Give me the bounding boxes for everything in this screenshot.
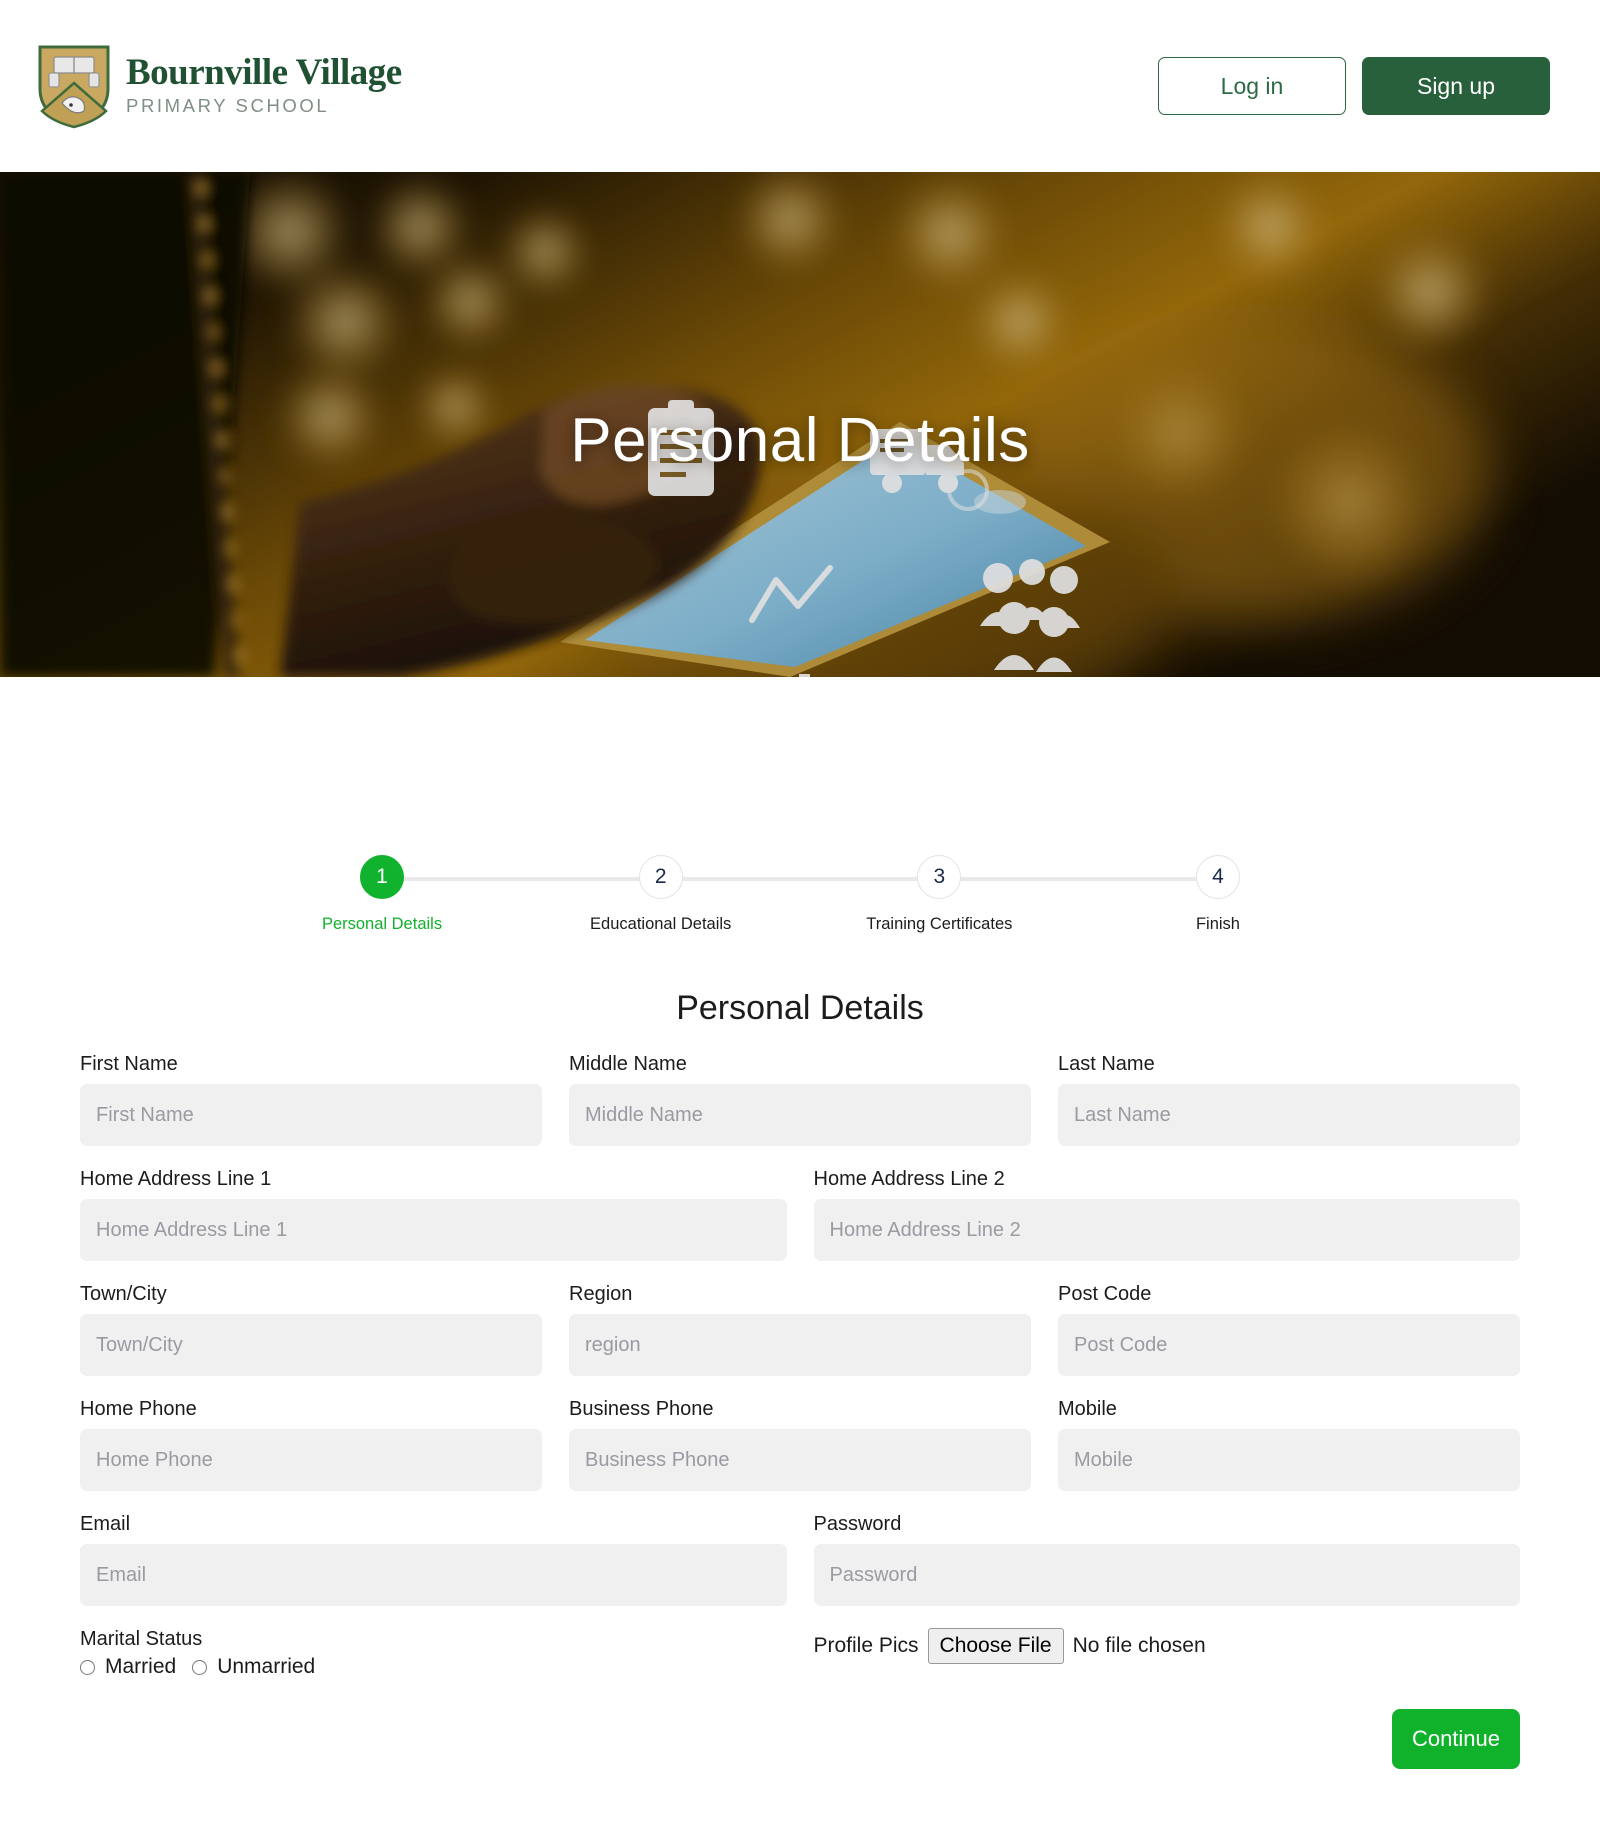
field-town-city: Town/City — [80, 1283, 542, 1376]
field-home-address-line-2: Home Address Line 2 — [813, 1168, 1520, 1261]
school-crest-icon — [38, 45, 110, 129]
last-name-input[interactable] — [1058, 1084, 1520, 1146]
form-row-marital-and-photo: Marital Status Married Unmarried Profile… — [80, 1628, 1520, 1679]
step-3-training-certificates[interactable]: 3 Training Certificates — [866, 855, 1012, 934]
address-line-1-label: Home Address Line 1 — [80, 1168, 272, 1190]
progress-stepper: 1 Personal Details 2 Educational Details… — [322, 855, 1240, 934]
middle-name-label: Middle Name — [569, 1053, 687, 1075]
town-city-input[interactable] — [80, 1314, 542, 1376]
field-middle-name: Middle Name — [569, 1053, 1031, 1146]
field-post-code: Post Code — [1058, 1283, 1520, 1376]
form-heading: Personal Details — [676, 989, 924, 1027]
form-row-names: First Name Middle Name Last Name — [80, 1053, 1520, 1146]
marital-status-radios: Married Unmarried — [80, 1655, 787, 1679]
choose-file-button[interactable]: Choose File — [927, 1628, 1064, 1664]
step-1-circle[interactable]: 1 — [360, 855, 404, 899]
address-line-2-input[interactable] — [813, 1199, 1520, 1261]
progress-stepper-section: 1 Personal Details 2 Educational Details… — [0, 677, 1600, 934]
step-2-label: Educational Details — [590, 915, 732, 933]
field-home-address-line-1: Home Address Line 1 — [80, 1168, 787, 1261]
profile-pics-label: Profile Pics — [813, 1634, 919, 1657]
step-4-label: Finish — [1195, 915, 1240, 933]
mobile-label: Mobile — [1058, 1398, 1117, 1420]
marital-married-label[interactable]: Married — [105, 1655, 176, 1679]
first-name-input[interactable] — [80, 1084, 542, 1146]
post-code-label: Post Code — [1058, 1283, 1152, 1305]
home-phone-label: Home Phone — [80, 1398, 197, 1420]
home-phone-input[interactable] — [80, 1429, 542, 1491]
step-3-label: Training Certificates — [866, 915, 1013, 933]
marital-status-group: Marital Status Married Unmarried — [80, 1628, 787, 1679]
field-password: Password — [813, 1513, 1520, 1606]
field-email: Email — [80, 1513, 787, 1606]
password-input[interactable] — [813, 1544, 1520, 1606]
step-2-circle[interactable]: 2 — [638, 855, 683, 899]
business-phone-input[interactable] — [569, 1429, 1031, 1491]
field-region: Region — [569, 1283, 1031, 1376]
password-label: Password — [813, 1513, 902, 1535]
first-name-label: First Name — [80, 1053, 178, 1075]
site-header: Bournville Village PRIMARY SCHOOL Log in… — [0, 0, 1600, 172]
step-4-finish[interactable]: 4 Finish — [1195, 855, 1240, 934]
signup-button[interactable]: Sign up — [1362, 57, 1550, 115]
form-footer-actions: Continue — [0, 1679, 1600, 1769]
email-input[interactable] — [80, 1544, 787, 1606]
marital-married-radio[interactable] — [80, 1659, 95, 1675]
header-actions: Log in Sign up — [1158, 57, 1550, 115]
marital-unmarried-radio[interactable] — [192, 1659, 208, 1675]
form-row-address: Home Address Line 1 Home Address Line 2 — [80, 1168, 1520, 1261]
profile-pics-file-row: Profile Pics Choose File No file chosen — [814, 1628, 1521, 1664]
hero-banner: Personal Details — [0, 172, 1600, 677]
file-status-text: No file chosen — [1072, 1634, 1206, 1657]
field-business-phone: Business Phone — [569, 1398, 1031, 1491]
step-1-personal-details[interactable]: 1 Personal Details — [322, 855, 442, 934]
address-line-1-input[interactable] — [80, 1199, 787, 1261]
continue-button[interactable]: Continue — [1392, 1709, 1520, 1769]
post-code-input[interactable] — [1058, 1314, 1520, 1376]
marital-unmarried-label[interactable]: Unmarried — [217, 1655, 315, 1679]
login-button[interactable]: Log in — [1158, 57, 1346, 115]
email-label: Email — [80, 1513, 131, 1535]
stepper-track — [382, 877, 1218, 881]
personal-details-form: Personal Details First Name Middle Name … — [0, 934, 1600, 1679]
region-label: Region — [569, 1283, 633, 1305]
field-home-phone: Home Phone — [80, 1398, 542, 1491]
form-row-credentials: Email Password — [80, 1513, 1520, 1606]
field-mobile: Mobile — [1058, 1398, 1520, 1491]
business-phone-label: Business Phone — [569, 1398, 714, 1420]
last-name-label: Last Name — [1058, 1053, 1155, 1075]
step-2-educational-details[interactable]: 2 Educational Details — [590, 855, 731, 934]
address-line-2-label: Home Address Line 2 — [813, 1168, 1005, 1190]
middle-name-input[interactable] — [569, 1084, 1031, 1146]
field-first-name: First Name — [80, 1053, 542, 1146]
region-input[interactable] — [569, 1314, 1031, 1376]
marital-status-label: Marital Status — [80, 1628, 203, 1650]
hero-title: Personal Details — [570, 406, 1030, 475]
mobile-input[interactable] — [1058, 1429, 1520, 1491]
brand-logo[interactable]: Bournville Village PRIMARY SCHOOL — [28, 38, 410, 134]
brand-name: Bournville Village — [126, 51, 402, 93]
brand-subtitle: PRIMARY SCHOOL — [126, 95, 330, 117]
step-1-label: Personal Details — [321, 915, 443, 933]
step-3-circle[interactable]: 3 — [917, 855, 962, 899]
form-row-locality: Town/City Region Post Code — [80, 1283, 1520, 1376]
profile-pics-group: Profile Pics Choose File No file chosen — [814, 1628, 1521, 1679]
step-4-circle[interactable]: 4 — [1195, 855, 1240, 899]
field-last-name: Last Name — [1058, 1053, 1520, 1146]
town-city-label: Town/City — [80, 1283, 167, 1305]
form-row-phones: Home Phone Business Phone Mobile — [80, 1398, 1520, 1491]
